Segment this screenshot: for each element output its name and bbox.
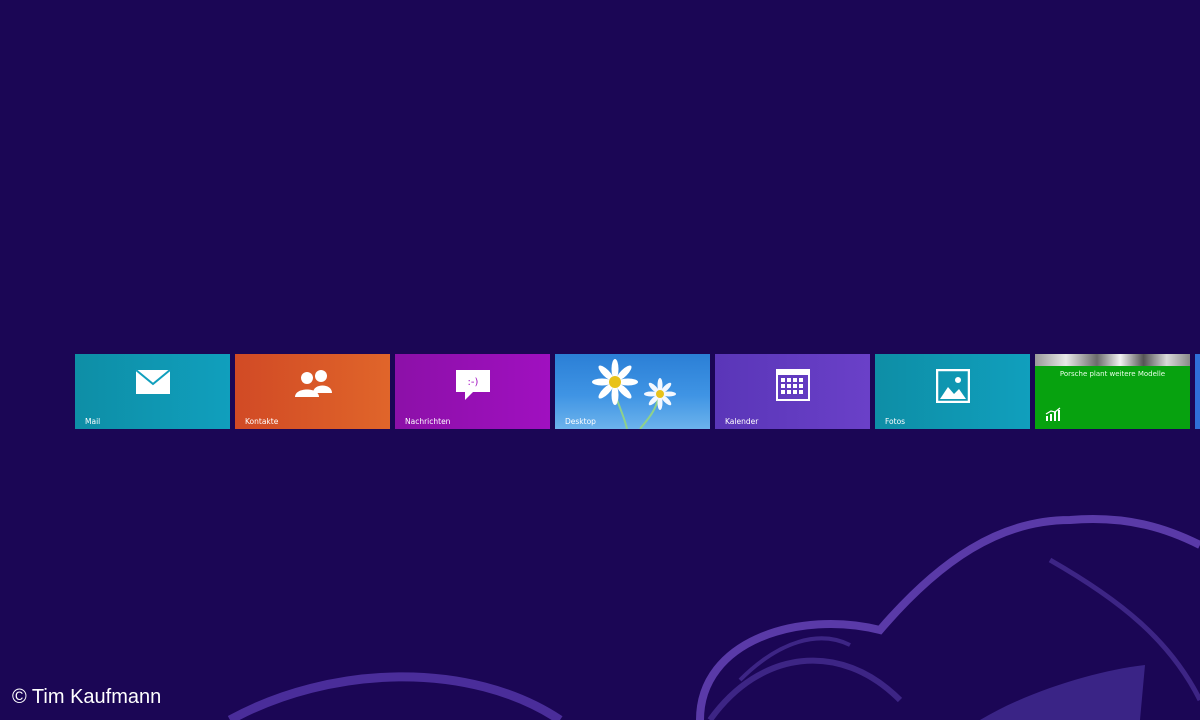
tile-finance[interactable]: Porsche plant weitere Modelle [1035, 354, 1190, 429]
tile-partial-offscreen[interactable] [1195, 354, 1200, 429]
chart-icon [1045, 406, 1061, 425]
tile-label: Kontakte [245, 417, 279, 426]
start-screen: Mail Kontakte :-) Nachrichten Desktop Ka… [0, 0, 1200, 720]
news-photo [1035, 354, 1190, 366]
tile-row: Mail Kontakte :-) Nachrichten Desktop Ka… [75, 354, 1200, 429]
message-icon: :-) [455, 369, 491, 405]
tile-messages[interactable]: :-) Nachrichten [395, 354, 550, 429]
tile-calendar[interactable]: Kalender [715, 354, 870, 429]
calendar-icon [775, 369, 810, 405]
tile-desktop[interactable]: Desktop [555, 354, 710, 429]
copyright-watermark: © Tim Kaufmann [12, 686, 162, 708]
news-headline: Porsche plant weitere Modelle [1059, 370, 1166, 378]
tile-label: Mail [85, 417, 101, 426]
people-icon [293, 369, 333, 403]
tile-label: Nachrichten [405, 417, 451, 426]
tile-label: Kalender [725, 417, 759, 426]
tile-label: Desktop [565, 417, 596, 426]
tile-label: Fotos [885, 417, 906, 426]
tile-contacts[interactable]: Kontakte [235, 354, 390, 429]
tile-photos[interactable]: Fotos [875, 354, 1030, 429]
svg-text::-): :-) [467, 377, 478, 388]
mail-icon [134, 369, 171, 399]
tile-mail[interactable]: Mail [75, 354, 230, 429]
photo-icon [935, 368, 970, 407]
